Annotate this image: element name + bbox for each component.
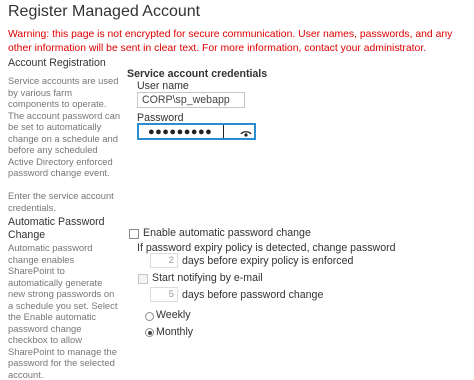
desc-line: password change event. xyxy=(8,167,122,179)
expiry-days-input[interactable]: 2 xyxy=(150,253,178,268)
desc-line: Enter the service account xyxy=(8,190,122,202)
desc-line: the Enable automatic xyxy=(8,311,122,323)
desc-line: a schedule you set. Select xyxy=(8,300,122,312)
auto-change-title: Automatic Password Change xyxy=(8,216,105,242)
username-input[interactable] xyxy=(137,92,245,108)
desc-line xyxy=(8,179,122,191)
monthly-radio[interactable] xyxy=(145,328,154,337)
desc-line: components to operate. xyxy=(8,98,122,110)
expiry-days-text: days before expiry policy is enforced xyxy=(182,255,353,267)
radio-selected-dot xyxy=(148,331,152,335)
desc-line: The account password can xyxy=(8,110,122,122)
monthly-label: Monthly xyxy=(156,326,193,338)
desc-line: Automatic password xyxy=(8,242,122,254)
weekly-radio[interactable] xyxy=(145,312,154,321)
desc-line: Active Directory enforced xyxy=(8,156,122,168)
desc-line: Service accounts are used xyxy=(8,75,122,87)
enable-auto-change-label: Enable automatic password change xyxy=(143,227,311,239)
eye-icon[interactable] xyxy=(240,126,252,136)
desc-line: credentials. xyxy=(8,202,122,214)
security-warning: Warning: this page is not encrypted for … xyxy=(8,28,470,56)
title-line: Change xyxy=(8,229,105,242)
weekly-label: Weekly xyxy=(156,309,191,321)
desc-line: change on a schedule and xyxy=(8,133,122,145)
desc-line: new strong passwords on xyxy=(8,288,122,300)
notify-days-input[interactable]: 5 xyxy=(150,287,178,302)
desc-line: account. xyxy=(8,369,122,380)
credentials-group-title: Service account credentials xyxy=(127,68,267,80)
desc-line: SharePoint to xyxy=(8,265,122,277)
desc-line: SharePoint to manage the xyxy=(8,346,122,358)
title-line: Automatic Password xyxy=(8,216,105,229)
desc-line: password for the selected xyxy=(8,357,122,369)
account-registration-description: Service accounts are used by various far… xyxy=(8,75,122,213)
desc-line: by various farm xyxy=(8,87,122,99)
account-registration-title: Account Registration xyxy=(8,57,106,70)
notify-email-label: Start notifying by e-mail xyxy=(152,272,263,284)
desc-line: password change xyxy=(8,323,122,335)
notify-email-checkbox[interactable] xyxy=(138,274,148,284)
desc-line: automatically generate xyxy=(8,277,122,289)
text-caret xyxy=(223,125,224,138)
desc-line: be set to automatically xyxy=(8,121,122,133)
desc-line: change enables xyxy=(8,254,122,266)
page-title: Register Managed Account xyxy=(8,3,200,21)
auto-change-description: Automatic password change enables ShareP… xyxy=(8,242,122,380)
notify-days-text: days before password change xyxy=(182,289,323,301)
password-mask: ●●●●●●●●● xyxy=(148,126,212,138)
desc-line: before any scheduled xyxy=(8,144,122,156)
username-label: User name xyxy=(137,80,189,92)
desc-line: checkbox to allow xyxy=(8,334,122,346)
enable-auto-change-checkbox[interactable] xyxy=(129,229,139,239)
